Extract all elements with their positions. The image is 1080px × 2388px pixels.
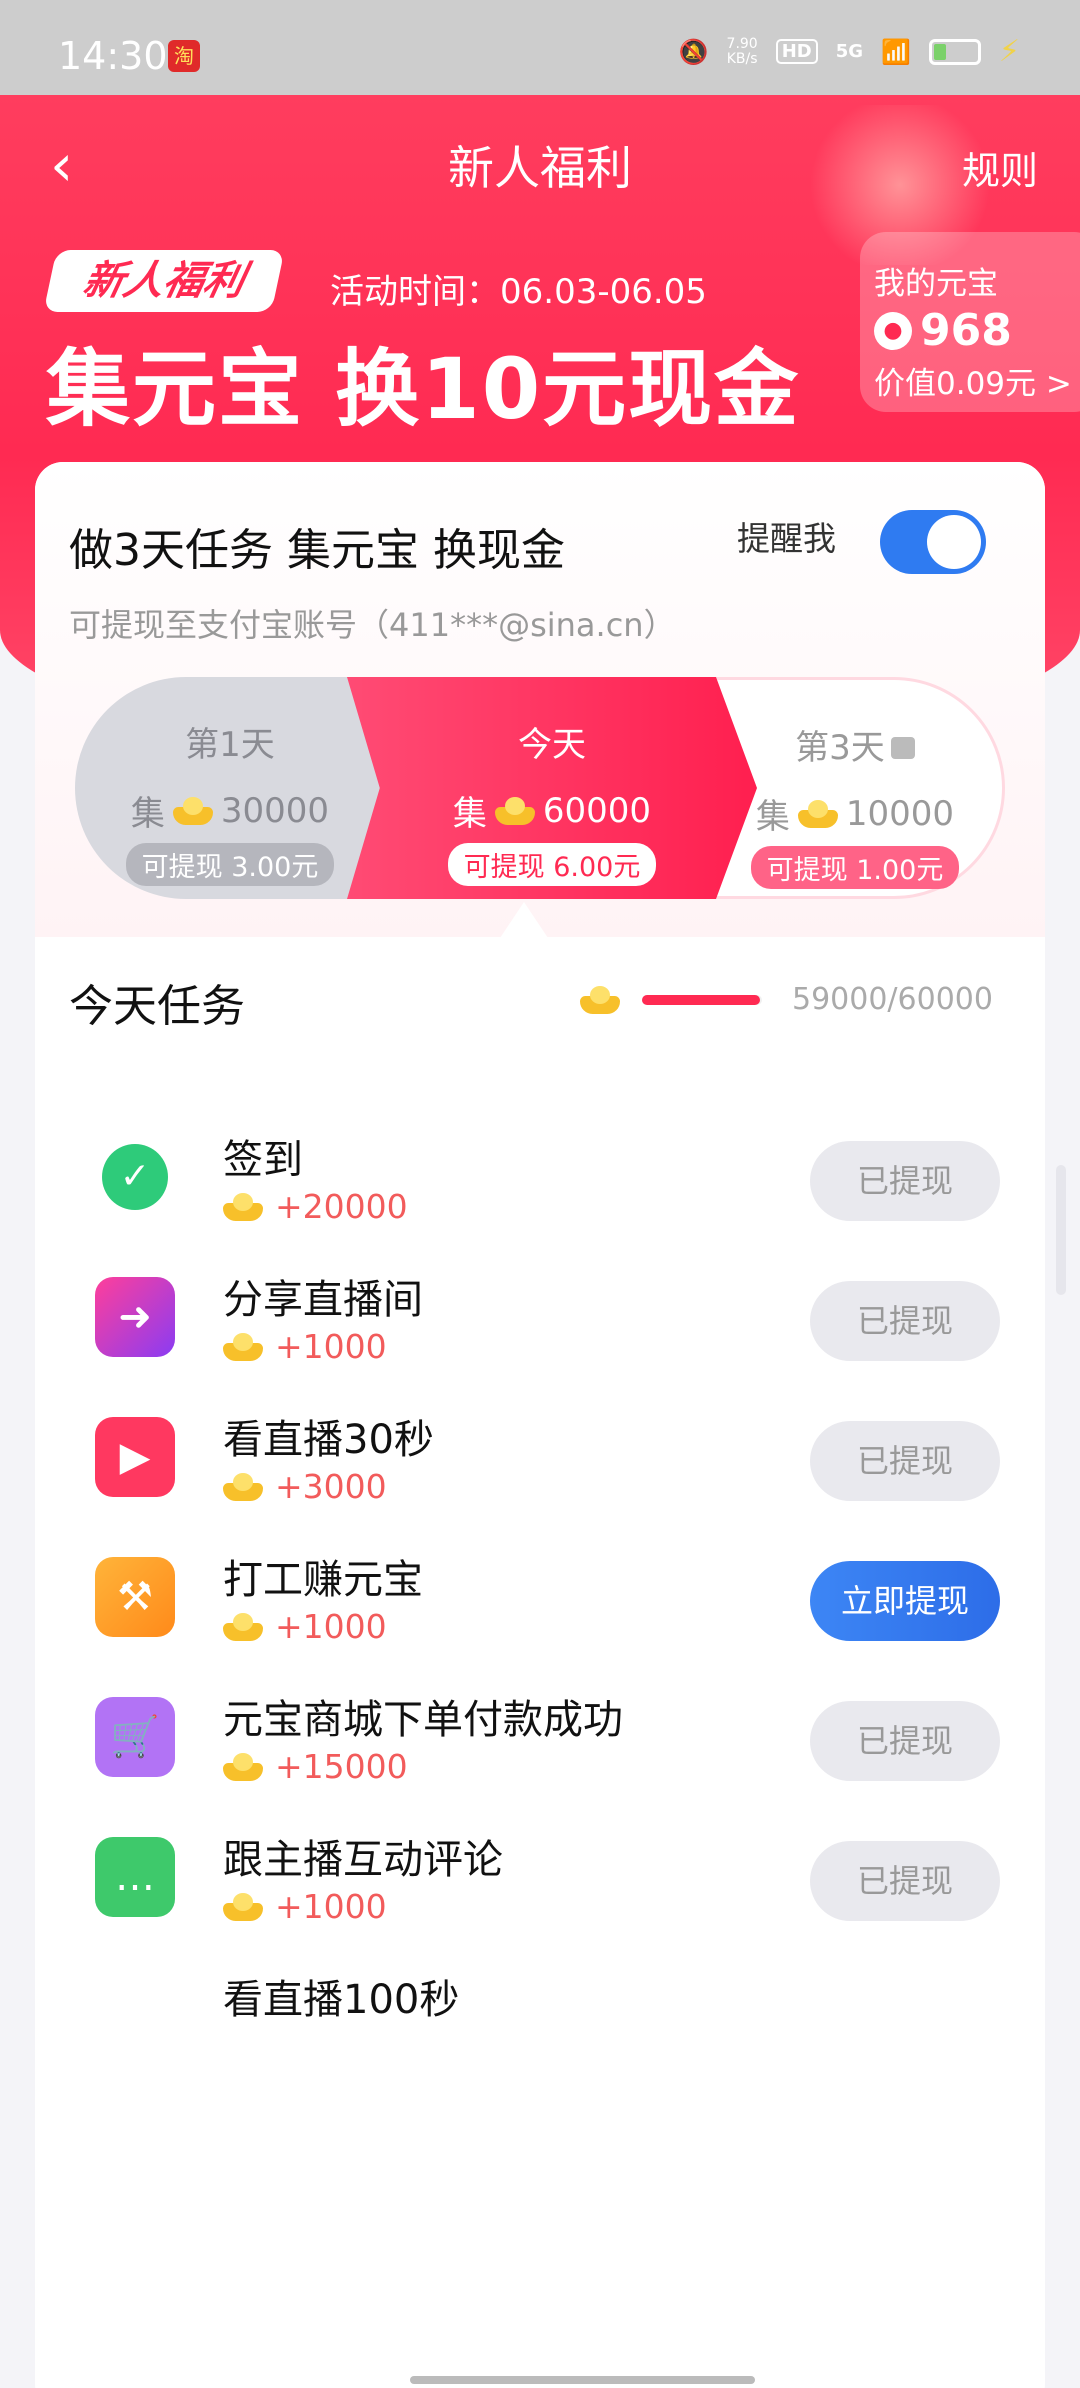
task-item: ⚒ 打工赚元宝 +1000 立即提现 [35, 1537, 1045, 1687]
day-cash-badge: 可提现 3.00元 [125, 843, 335, 886]
task-reward: +20000 [223, 1187, 408, 1226]
charging-icon: ⚡ [998, 34, 1020, 69]
banner-headline: 集元宝 换10元现金 [46, 340, 801, 438]
task-name: 打工赚元宝 [223, 1557, 423, 1603]
task-name: 分享直播间 [223, 1277, 423, 1323]
lock-icon [890, 736, 915, 759]
hd-icon: HD [775, 39, 818, 64]
home-indicator[interactable] [410, 2376, 755, 2384]
task-button[interactable]: 已提现 [810, 1421, 1000, 1501]
shopping-cart-icon: 🛒 [95, 1697, 175, 1777]
my-coins-value: 价值0.09元 > [874, 366, 1072, 402]
progress-bar [642, 994, 762, 1005]
task-button[interactable]: 已提现 [810, 1281, 1000, 1361]
day-tab-1[interactable]: 第1天 集 30000 可提现 3.00元 [75, 677, 385, 899]
page-title: 新人福利 [448, 141, 632, 195]
activity-time: 活动时间：06.03-06.05 [330, 272, 707, 312]
task-name: 看直播100秒 [223, 1977, 460, 2023]
ingot-icon [223, 1192, 263, 1221]
share-icon: ➜ [95, 1277, 175, 1357]
task-item: ✓ 签到 +20000 已提现 [35, 1117, 1045, 1267]
status-icons: 🔕 7.90 KB/s HD 5G 📶 ⚡ [679, 34, 1020, 69]
task-item: 看直播100秒 [35, 1957, 1045, 2107]
withdraw-now-button[interactable]: 立即提现 [810, 1561, 1000, 1641]
status-bar: 14:30 淘 🔕 7.90 KB/s HD 5G 📶 ⚡ [0, 0, 1080, 95]
task-item: 🛒 元宝商城下单付款成功 +15000 已提现 [35, 1677, 1045, 1827]
task-reward: +1000 [223, 1327, 387, 1366]
ingot-icon [223, 1472, 263, 1501]
ingot-icon [223, 1752, 263, 1781]
task-item: ▶ 看直播30秒 +3000 已提现 [35, 1397, 1045, 1547]
my-coins-title: 我的元宝 [874, 266, 998, 302]
mute-bell-icon: 🔕 [678, 37, 709, 66]
day-coins: 集 60000 [452, 790, 652, 835]
day-tab-today[interactable]: 今天 集 60000 可提现 6.00元 [347, 677, 757, 899]
wifi-icon: 📶 [881, 37, 911, 66]
toggle-knob [927, 515, 981, 569]
task-name: 签到 [223, 1137, 303, 1183]
my-coins-amount: 968 [920, 305, 1012, 356]
day-cash-badge: 可提现 1.00元 [750, 846, 960, 889]
task-button[interactable]: 已提现 [810, 1841, 1000, 1921]
scrollbar[interactable] [1056, 1165, 1066, 1295]
task-reward: +3000 [223, 1467, 387, 1506]
withdraw-account: 可提现至支付宝账号（411***@sina.cn） [69, 606, 676, 644]
task-button[interactable]: 已提现 [810, 1701, 1000, 1781]
task-reward: +1000 [223, 1887, 387, 1926]
play-icon: ▶ [95, 1417, 175, 1497]
coin-icon: ● [874, 311, 912, 350]
day-name: 今天 [518, 725, 586, 765]
task-button[interactable]: 已提现 [810, 1141, 1000, 1221]
ingot-icon [580, 985, 620, 1014]
my-coins-amount-row: ● 968 [874, 305, 1080, 356]
my-coins-panel[interactable]: 我的元宝 ● 968 价值0.09元 > [860, 232, 1080, 412]
status-time: 14:30 [58, 34, 168, 78]
check-icon: ✓ [102, 1144, 168, 1210]
ingot-icon [172, 796, 213, 825]
newbie-badge: 新人福利 [43, 250, 285, 312]
task-item: ➜ 分享直播间 +1000 已提现 [35, 1257, 1045, 1407]
ingot-icon [797, 799, 838, 828]
task-card: 做3天任务 集元宝 换现金 提醒我 可提现至支付宝账号（411***@sina.… [35, 462, 1045, 2388]
remind-toggle[interactable] [880, 510, 986, 574]
day-name: 第3天 [708, 720, 1002, 769]
task-name: 看直播30秒 [223, 1417, 434, 1463]
signal-5g-icon: 5G [835, 41, 864, 62]
tasks-title: 今天任务 [69, 981, 245, 1032]
ingot-icon [223, 1612, 263, 1641]
rules-link[interactable]: 规则 [962, 140, 1038, 195]
day-coins: 集 30000 [130, 790, 330, 835]
battery-icon [928, 38, 981, 65]
ingot-icon [223, 1892, 263, 1921]
task-item: … 跟主播互动评论 +1000 已提现 [35, 1817, 1045, 1967]
day-cash-badge: 可提现 6.00元 [447, 843, 657, 886]
progress-fill [642, 994, 760, 1005]
progress-text: 59000/60000 [792, 982, 993, 1017]
taobao-app-icon: 淘 [168, 40, 200, 72]
selected-tab-arrow [500, 902, 548, 938]
task-reward: +1000 [223, 1607, 387, 1646]
remind-label: 提醒我 [737, 519, 836, 558]
task-name: 跟主播互动评论 [223, 1837, 503, 1883]
ingot-icon [494, 796, 535, 825]
task-name: 元宝商城下单付款成功 [223, 1697, 623, 1743]
tasks-progress: 59000/60000 [580, 982, 993, 1017]
ingot-icon [223, 1332, 263, 1361]
card-title: 做3天任务 集元宝 换现金 [69, 525, 565, 576]
chat-icon: … [95, 1837, 175, 1917]
network-speed: 7.90 KB/s [726, 35, 758, 67]
task-reward: +15000 [223, 1747, 408, 1786]
day-name: 第1天 [185, 725, 275, 765]
shovel-icon: ⚒ [95, 1557, 175, 1637]
